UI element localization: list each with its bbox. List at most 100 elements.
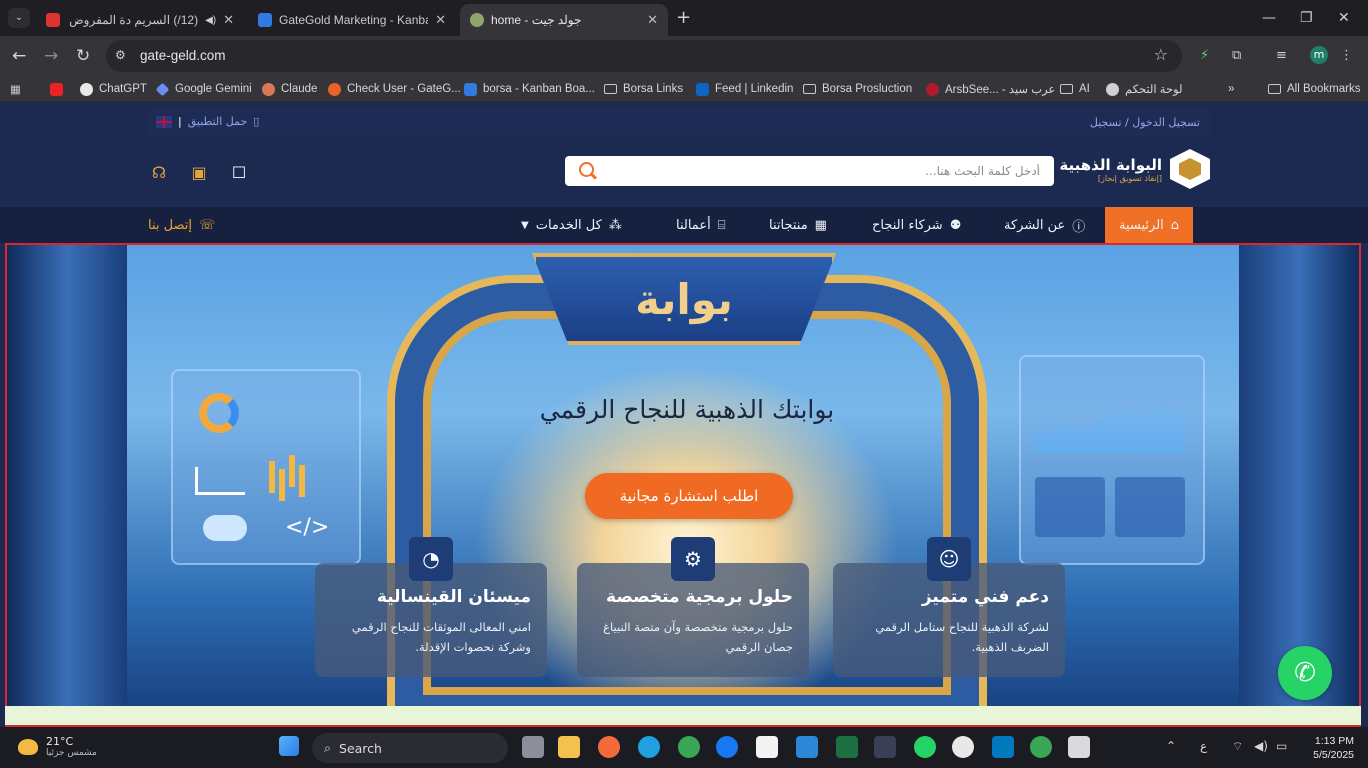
- bookmark-check-user[interactable]: Check User - GateG...: [328, 81, 461, 97]
- bookmark-star-icon[interactable]: ☆: [1154, 45, 1168, 64]
- system-clock[interactable]: 1:13 PM 5/5/2025: [1313, 734, 1354, 762]
- speaker-icon[interactable]: ◀): [205, 15, 216, 26]
- tab-youtube[interactable]: (12/) السريم دة المفروض ◀) ✕: [36, 4, 244, 36]
- card-title: ميسئان القينسالية: [376, 587, 531, 607]
- nav-works[interactable]: ⌸ أعمالنا: [676, 207, 726, 243]
- reload-icon[interactable]: ↻: [76, 46, 90, 66]
- hero-headline: بوابتك الذهبية للنجاح الرقمي: [539, 395, 835, 424]
- bookmark-label: Claude: [281, 83, 318, 95]
- bookmark-gemini[interactable]: Google Gemini: [155, 81, 252, 97]
- feature-card-support[interactable]: ☺ دعم فني متميز لشركة الذهبية للنجاح ستا…: [833, 537, 1065, 677]
- tray-chevron-icon[interactable]: ⌃: [1166, 739, 1176, 753]
- bookmark-linkedin[interactable]: Feed | Linkedin: [696, 81, 793, 97]
- login-register-link[interactable]: تسجيل الدخول / تسجيل: [1090, 116, 1200, 129]
- bookmark-ai[interactable]: AI: [1060, 81, 1090, 97]
- whatsapp-taskbar-icon[interactable]: [914, 736, 936, 758]
- tab-gategold-kanban[interactable]: GateGold Marketing - Kanban B ✕: [248, 4, 456, 36]
- ticket-icon[interactable]: ▣: [189, 163, 209, 183]
- tab-home[interactable]: home - جولد جيت ✕: [460, 4, 668, 36]
- whatsapp-chat-button[interactable]: ✆: [1278, 646, 1332, 700]
- url-text[interactable]: gate-geld.com: [140, 48, 226, 63]
- left-pillar: [7, 245, 127, 725]
- battery-icon[interactable]: ▭: [1276, 739, 1287, 753]
- free-consultation-button[interactable]: اطلب استشارة مجانية: [585, 473, 793, 519]
- bookmark-chatgpt[interactable]: ChatGPT: [80, 81, 147, 97]
- site-search-box[interactable]: [565, 156, 1054, 186]
- close-tab-icon[interactable]: ✕: [223, 12, 234, 28]
- volume-icon[interactable]: ◀): [1254, 739, 1268, 753]
- bookmark-borsa-kanban[interactable]: borsa - Kanban Boa...: [464, 81, 595, 97]
- nav-home[interactable]: ⌂ الرئيسية: [1105, 207, 1194, 243]
- task-view-icon[interactable]: [522, 736, 544, 758]
- tab-search-button[interactable]: ⌄: [8, 8, 30, 28]
- extension-icon[interactable]: ⚡: [1200, 48, 1209, 63]
- input-lang[interactable]: ع: [1200, 739, 1207, 753]
- windows-start-icon[interactable]: [279, 736, 299, 756]
- menu-kebab-icon[interactable]: ⋮: [1340, 48, 1353, 63]
- chrome-icon[interactable]: [678, 736, 700, 758]
- browser-toolbar: ← → ↻ ⚙ gate-geld.com ☆ ⚡ ⧉ ≡ ⋮: [0, 36, 1368, 76]
- download-app-link[interactable]: حمل التطبيق: [188, 115, 248, 128]
- nav-label: منتجاتنا: [769, 217, 808, 233]
- file-explorer-icon[interactable]: [558, 736, 580, 758]
- apps-grid-icon[interactable]: ▦: [10, 81, 21, 97]
- new-tab-button[interactable]: +: [676, 8, 691, 28]
- nav-contact[interactable]: ☏ إتصل بنا: [148, 207, 215, 243]
- nav-products[interactable]: ▦ منتجاتنا: [769, 207, 827, 243]
- nav-all-services[interactable]: ⁂ كل الخدمات ▼: [521, 207, 622, 243]
- snipping-icon[interactable]: [1068, 736, 1090, 758]
- weather-widget[interactable]: 21°C مشمس جزئيا: [18, 735, 97, 758]
- back-arrow-icon[interactable]: ←: [12, 46, 26, 66]
- address-bar[interactable]: ⚙ gate-geld.com ☆: [106, 40, 1182, 72]
- app-download[interactable]: | حمل التطبيق ▯: [156, 115, 259, 128]
- search-icon[interactable]: [579, 162, 594, 177]
- slack-icon[interactable]: [952, 736, 974, 758]
- bookmark-all[interactable]: All Bookmarks: [1268, 81, 1361, 97]
- close-tab-icon[interactable]: ✕: [435, 12, 446, 28]
- nav-about[interactable]: ⓘ عن الشركة: [1004, 207, 1085, 243]
- site-logo[interactable]: البوابة الذهبية [إنقاذ تسويق إنجاز]: [1059, 149, 1210, 189]
- todo-icon[interactable]: [796, 736, 818, 758]
- taskbar-search[interactable]: ⌕ Search: [312, 733, 508, 763]
- bookmark-borsa-production[interactable]: Borsa Prosluction: [803, 81, 912, 97]
- feature-card-marketing[interactable]: ◔ ميسئان القينسالية امني المعالى الموثقا…: [315, 537, 547, 677]
- excel-icon[interactable]: [836, 736, 858, 758]
- bottom-strip: [5, 706, 1361, 725]
- more-bookmarks-icon[interactable]: »: [1228, 81, 1234, 97]
- profile-avatar[interactable]: m: [1310, 46, 1328, 64]
- notifications-icon[interactable]: ☐: [229, 163, 249, 183]
- folder-icon: [604, 84, 617, 94]
- card-title: حلول برمجية متخصصة: [606, 587, 793, 607]
- close-tab-icon[interactable]: ✕: [647, 12, 658, 28]
- edge-icon[interactable]: [638, 736, 660, 758]
- chrome-profile-icon[interactable]: [1030, 736, 1052, 758]
- wifi-icon[interactable]: ⌔: [1232, 739, 1243, 754]
- media-control-icon[interactable]: ≡: [1276, 48, 1287, 63]
- home-icon: ⌂: [1170, 217, 1180, 233]
- forward-arrow-icon[interactable]: →: [44, 46, 58, 66]
- logo-hexagon-icon: [1170, 149, 1210, 189]
- restore-button[interactable]: ❐: [1300, 8, 1313, 28]
- store-icon[interactable]: [756, 736, 778, 758]
- bookmark-youtube[interactable]: [50, 81, 63, 97]
- jetbrains-icon[interactable]: [874, 736, 896, 758]
- facebook-icon[interactable]: [716, 736, 738, 758]
- minimize-button[interactable]: —: [1262, 8, 1276, 28]
- trello-icon[interactable]: [992, 736, 1014, 758]
- bookmark-borsa-links[interactable]: Borsa Links: [604, 81, 683, 97]
- nav-label: شركاء النجاح: [872, 217, 943, 233]
- app-icon[interactable]: [598, 736, 620, 758]
- uk-flag-icon[interactable]: [156, 115, 172, 128]
- bookmark-label: Google Gemini: [175, 83, 252, 95]
- bookmark-claude[interactable]: Claude: [262, 81, 317, 97]
- close-window-button[interactable]: ✕: [1338, 8, 1350, 28]
- site-info-icon[interactable]: ⚙: [115, 48, 126, 62]
- bookmark-arabseed[interactable]: ArsbSee... - عرب سيد: [926, 81, 1055, 97]
- nav-partners[interactable]: ⚉ شركاء النجاح: [872, 207, 961, 243]
- bookmark-dashboard[interactable]: لوحة التحكم: [1106, 81, 1183, 97]
- support-headset-icon[interactable]: ☊: [149, 163, 169, 183]
- extensions-puzzle-icon[interactable]: ⧉: [1232, 48, 1241, 63]
- search-input[interactable]: [620, 161, 1040, 181]
- website-viewport: تسجيل الدخول / تسجيل | حمل التطبيق ▯ الب…: [0, 103, 1368, 727]
- feature-card-software[interactable]: ⚙ حلول برمجية متخصصة حلول برمجية متخصصة …: [577, 537, 809, 677]
